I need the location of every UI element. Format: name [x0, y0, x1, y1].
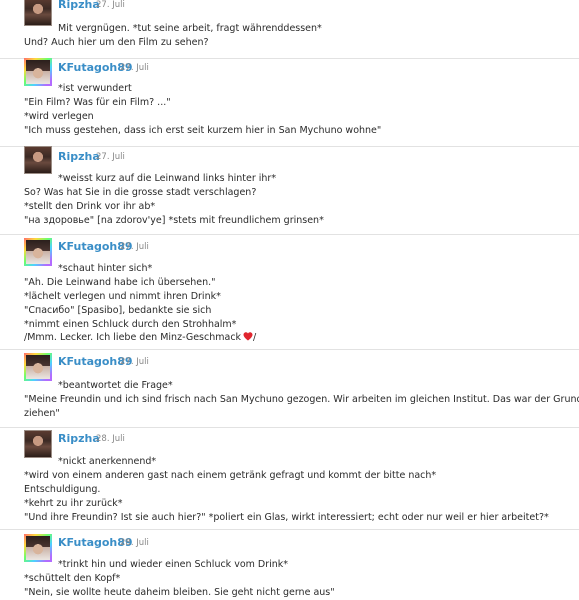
message-line: *beantwortet die Frage* — [58, 380, 173, 391]
message-line: So? Was hat Sie in die grosse stadt vers… — [24, 187, 257, 198]
message-line: *wird von einem anderen gast nach einem … — [24, 470, 437, 481]
message-line: Und? Auch hier um den Film zu sehen? — [24, 37, 209, 48]
post-kfutagoh89: KFutagoh89 27. Juli *schaut hinter sich*… — [0, 234, 579, 350]
message-line: ziehen" — [24, 408, 60, 419]
message-text: / — [253, 332, 257, 343]
post-kfutagoh89: KFutagoh89 27. Juli *ist verwundert "Ein… — [0, 58, 579, 147]
post-date: 28. Juli — [120, 538, 149, 548]
post-kfutagoh89: KFutagoh89 28. Juli *trinkt hin und wied… — [0, 529, 579, 600]
message-line: *schaut hinter sich* — [58, 263, 153, 274]
post-ripzha: Ripzha 27. Juli *weisst kurz auf die Lei… — [0, 146, 579, 235]
message-line: *nimmt einen Schluck durch den Strohhalm… — [24, 319, 237, 330]
username-ripzha[interactable]: Ripzha — [58, 432, 100, 445]
avatar-kfutagoh89[interactable] — [24, 58, 52, 86]
username-ripzha[interactable]: Ripzha — [58, 150, 100, 163]
avatar-ripzha[interactable] — [24, 146, 52, 174]
message-line: *schüttelt den Kopf* — [24, 573, 121, 584]
message-line-with-emoji: /Mmm. Lecker. Ich liebe den Minz-Geschma… — [24, 332, 256, 344]
message-text: /Mmm. Lecker. Ich liebe den Minz-Geschma… — [24, 332, 242, 343]
avatar-kfutagoh89[interactable] — [24, 353, 52, 381]
message-line: *weisst kurz auf die Leinwand links hint… — [58, 173, 277, 184]
message-line: *kehrt zu ihr zurück* — [24, 498, 123, 509]
post-date: 27. Juli — [96, 152, 125, 162]
message-line: Mit vergnügen. *tut seine arbeit, fragt … — [58, 23, 322, 34]
post-date: 27. Juli — [120, 242, 149, 252]
chat-thread: Ripzha 27. Juli Mit vergnügen. *tut sein… — [0, 0, 579, 600]
post-date: 27. Juli — [120, 63, 149, 73]
heart-icon — [243, 332, 253, 341]
avatar-kfutagoh89[interactable] — [24, 534, 52, 562]
message-line: "Ah. Die Leinwand habe ich übersehen." — [24, 277, 216, 288]
message-line: *trinkt hin und wieder einen Schluck vom… — [58, 559, 289, 570]
message-line: "Meine Freundin und ich sind frisch nach… — [24, 394, 579, 405]
message-line: *lächelt verlegen und nimmt ihren Drink* — [24, 291, 221, 302]
message-line: "Ich muss gestehen, dass ich erst seit k… — [24, 125, 382, 136]
post-date: 27. Juli — [96, 0, 125, 10]
post-ripzha: Ripzha 27. Juli Mit vergnügen. *tut sein… — [0, 0, 579, 59]
post-date: 28. Juli — [96, 434, 125, 444]
message-line: "Und ihre Freundin? Ist sie auch hier?" … — [24, 512, 549, 523]
avatar-ripzha[interactable] — [24, 0, 52, 26]
avatar-ripzha[interactable] — [24, 430, 52, 458]
message-line: *wird verlegen — [24, 111, 94, 122]
message-line: *nickt anerkennend* — [58, 456, 157, 467]
post-ripzha: Ripzha 28. Juli *nickt anerkennend* *wir… — [0, 427, 579, 530]
post-kfutagoh89: KFutagoh89 27. Juli *beantwortet die Fra… — [0, 349, 579, 428]
post-date: 27. Juli — [120, 357, 149, 367]
avatar-kfutagoh89[interactable] — [24, 238, 52, 266]
message-line: *stellt den Drink vor ihr ab* — [24, 201, 156, 212]
message-line: "на здоровье" [na zdorov'ye] *stets mit … — [24, 215, 324, 226]
message-line: "Ein Film? Was für ein Film? ..." — [24, 97, 171, 108]
username-ripzha[interactable]: Ripzha — [58, 0, 100, 11]
message-line: Entschuldigung. — [24, 484, 101, 495]
message-line: "Nein, sie wollte heute daheim bleiben. … — [24, 587, 335, 598]
message-line: *ist verwundert — [58, 83, 132, 94]
message-line: "Спасибо" [Spasibo], bedankte sie sich — [24, 305, 212, 316]
